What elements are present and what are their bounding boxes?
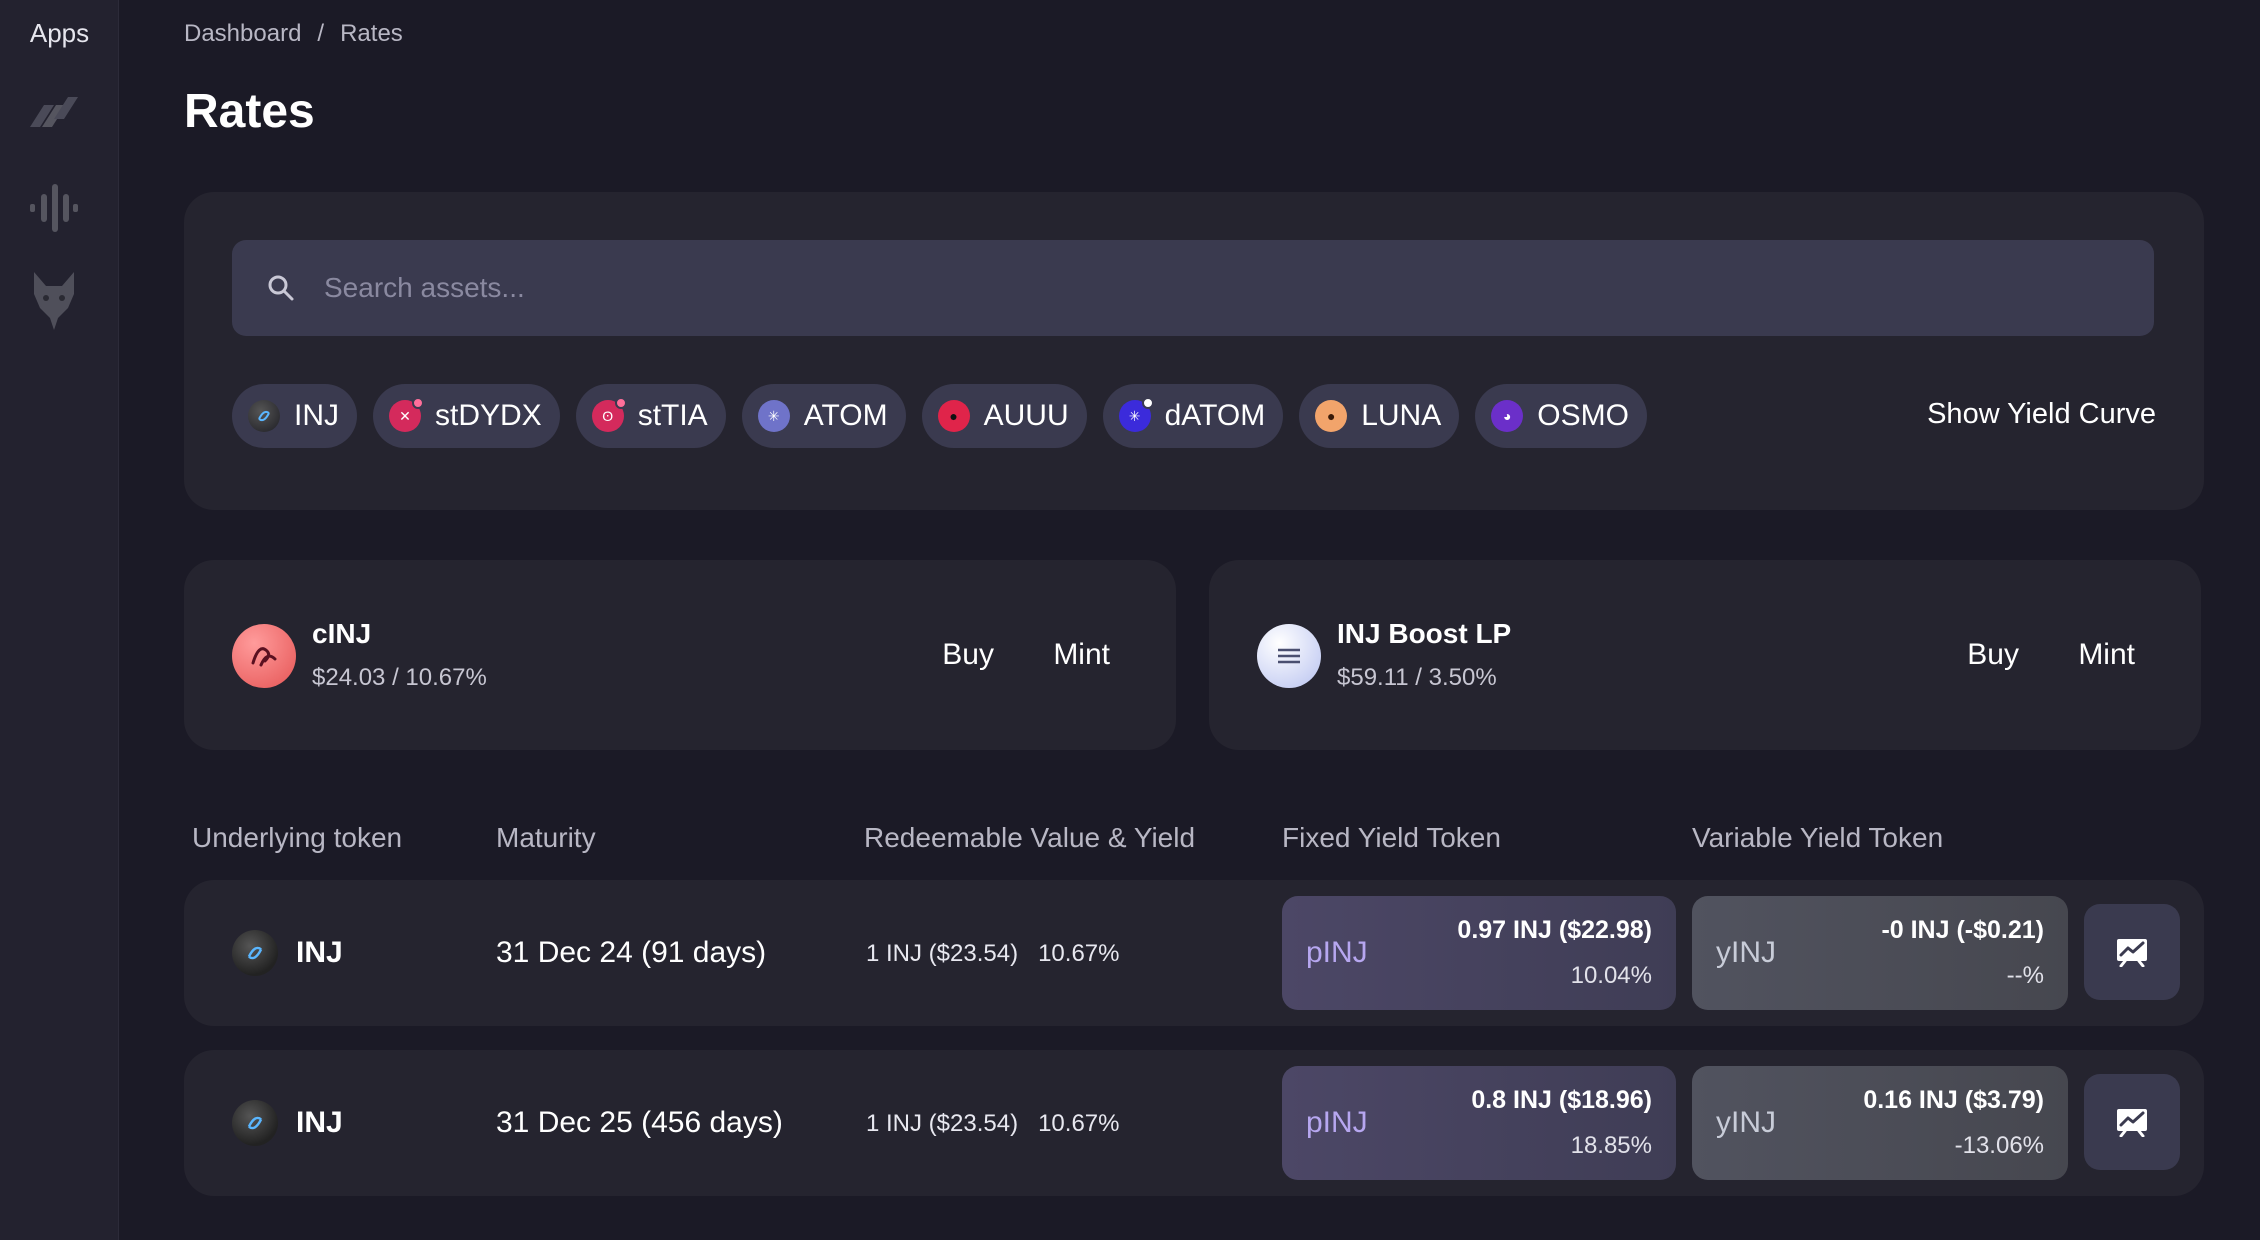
search-box[interactable]: [232, 240, 2154, 336]
table-row[interactable]: INJ 31 Dec 25 (456 days) 1 INJ ($23.54) …: [184, 1050, 2204, 1196]
inj-token-icon: [232, 930, 278, 976]
header-redeemable-value: Redeemable Value & Yield: [864, 822, 1196, 853]
mint-button[interactable]: Mint: [2078, 638, 2135, 672]
header-underlying-token: Underlying token: [192, 822, 403, 853]
redeem-value: 1 INJ ($23.54): [866, 940, 1019, 967]
card-title: cINJ: [312, 618, 372, 649]
buy-button[interactable]: Buy: [942, 638, 994, 672]
app-sidebar: Apps: [0, 0, 119, 1240]
pt-amount: 0.8 INJ ($18.96): [1471, 1086, 1652, 1114]
buy-button[interactable]: Buy: [1967, 638, 2019, 672]
redeem-yield: 10.67%: [1038, 940, 1120, 967]
pt-amount: 0.97 INJ ($22.98): [1457, 916, 1652, 944]
chip-sttia[interactable]: ʘ stTIA: [575, 384, 726, 448]
chip-label: INJ: [294, 399, 339, 432]
pt-yield: 10.04%: [1570, 962, 1652, 989]
auuu-token-icon: ●: [937, 400, 970, 432]
chip-osmo[interactable]: ◕ OSMO: [1475, 384, 1647, 448]
table-header: Underlying token Maturity Redeemable Val…: [184, 822, 2204, 862]
lp-token-icon: [1257, 624, 1321, 688]
yt-name: yINJ: [1716, 1106, 1776, 1139]
breadcrumb: Dashboard / Rates: [184, 20, 403, 48]
stdydx-token-icon: ✕: [389, 397, 424, 432]
underlying-token: INJ: [296, 936, 343, 969]
yt-yield: -13.06%: [1954, 1132, 2044, 1159]
card-price: $24.03 / 10.67%: [312, 664, 487, 691]
cinj-token-icon: [232, 624, 296, 688]
yt-amount: 0.16 INJ ($3.79): [1863, 1086, 2044, 1114]
waveform-icon[interactable]: [26, 180, 82, 236]
chip-stdydx[interactable]: ✕ stDYDX: [373, 384, 560, 448]
chip-label: stDYDX: [435, 399, 542, 432]
variable-yield-token-button[interactable]: yINJ -0 INJ (-$0.21) --%: [1692, 896, 2068, 1010]
variable-yield-token-button[interactable]: yINJ 0.16 INJ ($3.79) -13.06%: [1692, 1066, 2068, 1180]
sttia-token-icon: ʘ: [591, 397, 627, 432]
table-row[interactable]: INJ 31 Dec 24 (91 days) 1 INJ ($23.54) 1…: [184, 880, 2204, 1026]
header-fixed-yield-token: Fixed Yield Token: [1282, 822, 1501, 853]
show-yield-curve-button[interactable]: Show Yield Curve: [1927, 398, 2156, 431]
redeemable-value: 1 INJ ($23.54) 10.67%: [866, 1110, 1119, 1138]
chart-button[interactable]: [2084, 904, 2180, 1000]
atom-token-icon: ✳: [757, 400, 790, 432]
card-price: $59.11 / 3.50%: [1337, 664, 1497, 691]
chart-icon: [2117, 939, 2147, 967]
redeemable-value: 1 INJ ($23.54) 10.67%: [866, 940, 1119, 968]
inj-token-icon: [248, 400, 280, 432]
pt-name: pINJ: [1306, 936, 1368, 969]
breadcrumb-current: Rates: [340, 20, 403, 47]
chip-label: LUNA: [1361, 399, 1442, 432]
fixed-yield-token-button[interactable]: pINJ 0.8 INJ ($18.96) 18.85%: [1282, 1066, 1676, 1180]
chip-label: stTIA: [637, 399, 708, 432]
sidebar-title: Apps: [29, 18, 90, 48]
osmo-token-icon: ◕: [1491, 400, 1524, 432]
stripes-logo-icon[interactable]: [26, 84, 82, 140]
asset-chips: INJ ✕ stDYDX ʘ stTIA ✳ ATOM ● AUUU ✳ dAT…: [232, 384, 1647, 448]
luna-token-icon: ●: [1315, 400, 1348, 432]
yt-yield: --%: [2006, 962, 2044, 989]
chip-label: ATOM: [803, 399, 888, 432]
datom-token-icon: ✳: [1118, 397, 1154, 432]
breadcrumb-dashboard-link[interactable]: Dashboard: [184, 20, 301, 48]
chip-label: dATOM: [1164, 399, 1266, 432]
chip-label: AUUU: [983, 399, 1069, 432]
cinj-card: cINJ $24.03 / 10.67% Buy Mint: [184, 560, 1176, 750]
chip-label: OSMO: [1537, 399, 1629, 432]
header-variable-yield-token: Variable Yield Token: [1692, 822, 1944, 853]
chip-inj[interactable]: INJ: [232, 384, 357, 448]
yt-name: yINJ: [1716, 936, 1776, 969]
maturity: 31 Dec 25 (456 days): [496, 1106, 783, 1139]
mint-button[interactable]: Mint: [1053, 638, 1110, 672]
fixed-yield-token-button[interactable]: pINJ 0.97 INJ ($22.98) 10.04%: [1282, 896, 1676, 1010]
chip-atom[interactable]: ✳ ATOM: [741, 384, 906, 448]
redeem-yield: 10.67%: [1038, 1110, 1120, 1137]
asset-filter-panel: INJ ✕ stDYDX ʘ stTIA ✳ ATOM ● AUUU ✳ dAT…: [184, 192, 2204, 510]
breadcrumb-separator: /: [317, 20, 325, 47]
search-icon: [268, 275, 294, 301]
chip-luna[interactable]: ● LUNA: [1299, 384, 1460, 448]
chip-datom[interactable]: ✳ dATOM: [1102, 384, 1284, 448]
chip-auuu[interactable]: ● AUUU: [921, 384, 1087, 448]
wolf-icon[interactable]: [26, 272, 82, 330]
header-maturity: Maturity: [496, 822, 596, 853]
underlying-token: INJ: [296, 1106, 343, 1139]
redeem-value: 1 INJ ($23.54): [866, 1110, 1019, 1137]
chart-button[interactable]: [2084, 1074, 2180, 1170]
chart-icon: [2117, 1109, 2147, 1137]
yt-amount: -0 INJ (-$0.21): [1881, 916, 2044, 944]
inj-boost-lp-card: INJ Boost LP $59.11 / 3.50% Buy Mint: [1209, 560, 2201, 750]
pt-yield: 18.85%: [1570, 1132, 1652, 1159]
page-title: Rates: [184, 85, 315, 138]
search-input[interactable]: [324, 258, 2154, 318]
card-title: INJ Boost LP: [1337, 618, 1512, 649]
inj-token-icon: [232, 1100, 278, 1146]
pt-name: pINJ: [1306, 1106, 1368, 1139]
maturity: 31 Dec 24 (91 days): [496, 936, 767, 969]
